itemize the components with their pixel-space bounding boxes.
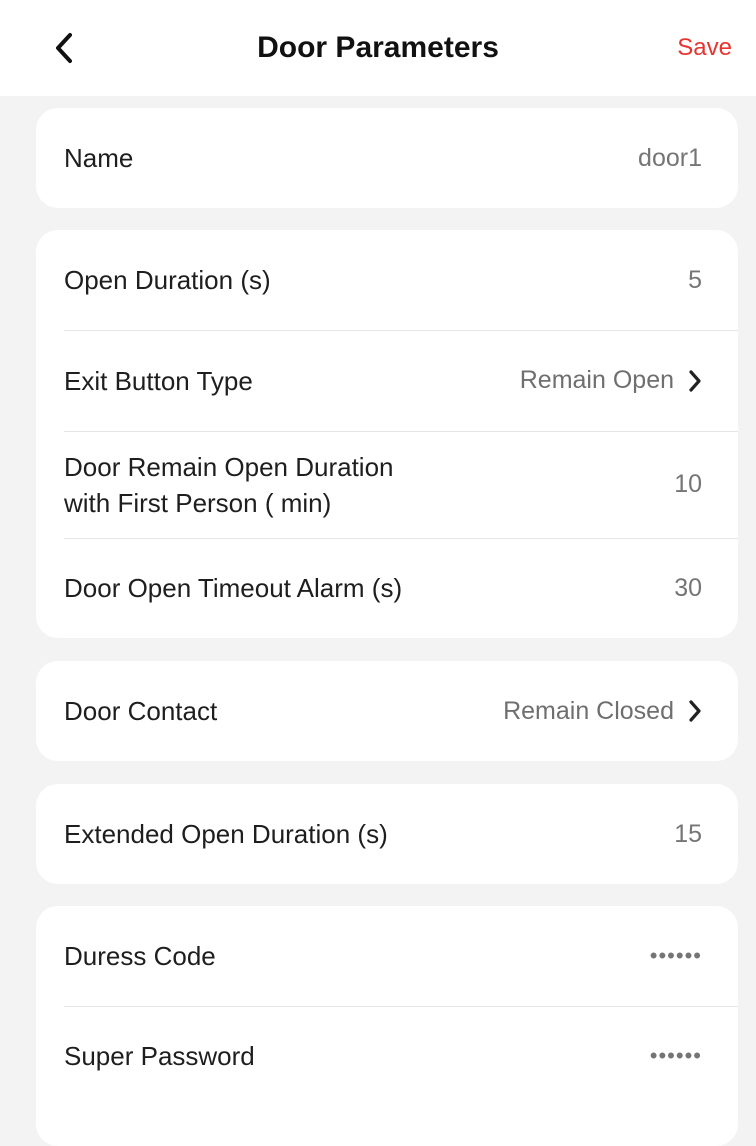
page-title: Door Parameters	[257, 31, 499, 64]
name-card: Name door1	[36, 108, 738, 208]
open-duration-value: 5	[688, 265, 702, 294]
open-timeout-alarm-label: Door Open Timeout Alarm (s)	[64, 573, 403, 603]
super-password-value: ••••••	[649, 1043, 702, 1068]
open-timeout-alarm-row[interactable]: Door Open Timeout Alarm (s) 30	[36, 538, 738, 638]
chevron-right-icon	[688, 369, 702, 393]
door-contact-value: Remain Closed	[503, 696, 674, 725]
chevron-right-icon	[688, 699, 702, 723]
name-value: door1	[638, 143, 702, 172]
extended-open-duration-value: 15	[674, 819, 702, 848]
remain-open-first-person-row[interactable]: Door Remain Open Duration with First Per…	[36, 431, 738, 538]
remain-open-label-line2: with First Person ( min)	[64, 487, 332, 518]
duress-code-value: ••••••	[649, 943, 702, 968]
header-bar: Door Parameters Save	[0, 0, 756, 96]
exit-button-type-row[interactable]: Exit Button Type Remain Open	[36, 330, 738, 431]
remain-open-label-line1: Door Remain Open Duration	[64, 451, 394, 482]
timing-card: Open Duration (s) 5 Exit Button Type Rem…	[36, 230, 738, 638]
remain-open-first-person-label: Door Remain Open Duration with First Per…	[64, 449, 674, 521]
open-duration-label: Open Duration (s)	[64, 265, 271, 295]
security-card: Duress Code •••••• Super Password ••••••	[36, 906, 738, 1146]
save-button[interactable]: Save	[677, 24, 732, 72]
exit-button-type-value: Remain Open	[519, 366, 674, 394]
open-duration-row[interactable]: Open Duration (s) 5	[36, 230, 738, 330]
super-password-row[interactable]: Super Password ••••••	[36, 1006, 738, 1106]
remain-open-first-person-value: 10	[674, 470, 702, 498]
extended-card: Extended Open Duration (s) 15	[36, 784, 738, 884]
exit-button-type-label: Exit Button Type	[64, 365, 253, 396]
super-password-label: Super Password	[64, 1041, 255, 1071]
extended-open-duration-row[interactable]: Extended Open Duration (s) 15	[36, 784, 738, 884]
duress-code-label: Duress Code	[64, 941, 216, 971]
open-timeout-alarm-value: 30	[674, 573, 702, 602]
extended-open-duration-label: Extended Open Duration (s)	[64, 819, 388, 849]
door-contact-label: Door Contact	[64, 696, 218, 726]
name-label: Name	[64, 143, 134, 173]
door-contact-card: Door Contact Remain Closed	[36, 661, 738, 761]
duress-code-row[interactable]: Duress Code ••••••	[36, 906, 738, 1006]
door-contact-row[interactable]: Door Contact Remain Closed	[36, 661, 738, 761]
name-row[interactable]: Name door1	[36, 108, 738, 208]
